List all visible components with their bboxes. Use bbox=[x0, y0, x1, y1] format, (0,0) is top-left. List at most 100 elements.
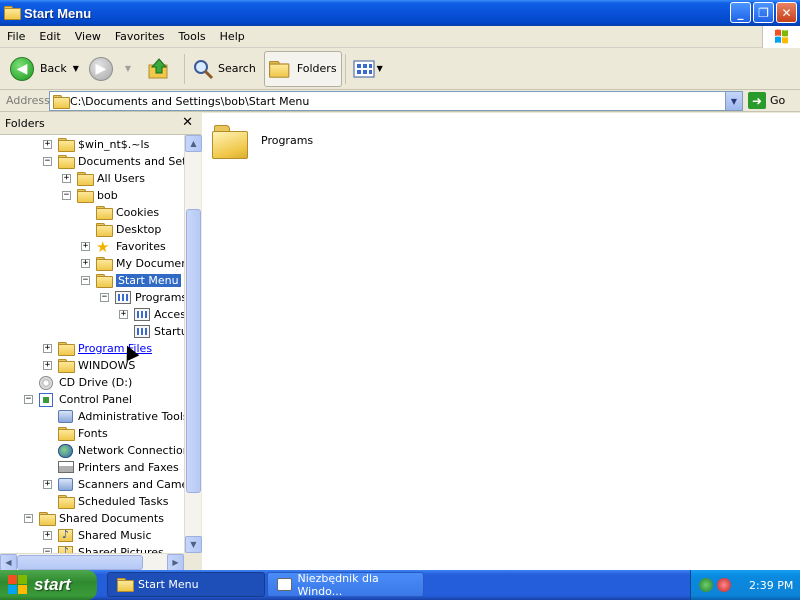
tree-item[interactable]: Shared Music bbox=[58, 527, 152, 544]
expand-button[interactable]: + bbox=[43, 140, 52, 149]
tree-item-label: $win_nt$.~ls bbox=[78, 138, 150, 151]
menu-help[interactable]: Help bbox=[213, 30, 252, 43]
back-dropdown-icon[interactable]: ▼ bbox=[73, 64, 79, 73]
go-label: Go bbox=[770, 94, 786, 107]
music-icon bbox=[58, 545, 74, 553]
tree-item[interactable]: bob bbox=[77, 187, 118, 204]
toolbar-separator bbox=[344, 53, 346, 84]
scroll-thumb[interactable] bbox=[186, 209, 201, 493]
expand-button[interactable]: + bbox=[81, 242, 90, 251]
windows-logo-icon bbox=[762, 26, 800, 48]
taskbar: start Start Menu Niezbędnik dla Windo...… bbox=[0, 570, 800, 600]
tree-item[interactable]: Scheduled Tasks bbox=[58, 493, 169, 510]
tree-item[interactable]: Shared Pictures bbox=[58, 544, 164, 553]
folder-icon bbox=[39, 511, 56, 526]
close-folders-button[interactable]: ✕ bbox=[182, 115, 193, 130]
security-shield-icon[interactable] bbox=[717, 578, 731, 592]
tree-item-label: Fonts bbox=[78, 427, 108, 440]
search-button[interactable]: Search bbox=[188, 51, 260, 87]
network-icon bbox=[58, 443, 74, 458]
folder-icon bbox=[77, 188, 94, 203]
tree-item[interactable]: Start Menu bbox=[96, 272, 181, 289]
tree-item[interactable]: Network Connections bbox=[58, 442, 184, 459]
minimize-button[interactable]: _ bbox=[730, 2, 751, 23]
maximize-button[interactable]: ❐ bbox=[753, 2, 774, 23]
tree-vertical-scrollbar[interactable]: ▲ ▼ bbox=[184, 135, 202, 553]
tree-item-label: Programs bbox=[135, 291, 184, 304]
tree-item[interactable]: Desktop bbox=[96, 221, 161, 238]
item-label: Programs bbox=[261, 134, 314, 147]
collapse-button[interactable]: − bbox=[62, 191, 71, 200]
forward-dropdown-icon[interactable]: ▼ bbox=[125, 64, 131, 73]
expand-button[interactable]: + bbox=[43, 344, 52, 353]
start-button[interactable]: start bbox=[0, 570, 97, 600]
expand-button[interactable]: + bbox=[62, 174, 71, 183]
tree-item-label: Cookies bbox=[116, 206, 160, 219]
tree-item[interactable]: $win_nt$.~ls bbox=[58, 136, 149, 153]
tree-item[interactable]: ★ Favorites bbox=[96, 238, 166, 255]
collapse-button[interactable]: − bbox=[81, 276, 90, 285]
file-list: Programs bbox=[202, 113, 800, 570]
scroll-up-button[interactable]: ▲ bbox=[185, 135, 202, 152]
folders-button[interactable]: Folders bbox=[263, 50, 342, 87]
tree-item[interactable]: Scanners and Cameras bbox=[58, 476, 184, 493]
tree-item[interactable]: All Users bbox=[77, 170, 145, 187]
collapse-button[interactable]: − bbox=[100, 293, 109, 302]
tree-item[interactable]: Administrative Tools bbox=[58, 408, 184, 425]
menu-view[interactable]: View bbox=[68, 30, 108, 43]
menu-edit[interactable]: Edit bbox=[32, 30, 67, 43]
windows-flag-icon bbox=[8, 575, 28, 595]
scroll-right-button[interactable]: ▶ bbox=[167, 554, 184, 571]
tree-item-label: Desktop bbox=[116, 223, 162, 236]
expand-button[interactable]: + bbox=[43, 480, 52, 489]
menu-favorites[interactable]: Favorites bbox=[108, 30, 172, 43]
tree-item[interactable]: Printers and Faxes bbox=[58, 459, 179, 476]
hscroll-thumb[interactable] bbox=[17, 555, 143, 570]
tree-item[interactable]: CD Drive (D:) bbox=[39, 374, 132, 391]
address-dropdown-icon[interactable]: ▼ bbox=[725, 92, 742, 110]
go-button[interactable]: ➜ Go bbox=[748, 92, 785, 109]
up-button[interactable] bbox=[137, 51, 181, 87]
tree-item[interactable]: Control Panel bbox=[39, 391, 132, 408]
tree-item[interactable]: Shared Documents bbox=[39, 510, 164, 527]
scroll-down-button[interactable]: ▼ bbox=[185, 536, 202, 553]
collapse-button[interactable]: − bbox=[24, 395, 33, 404]
tree-item[interactable]: Cookies bbox=[96, 204, 159, 221]
expand-button[interactable]: + bbox=[43, 531, 52, 540]
up-folder-icon bbox=[147, 57, 171, 81]
back-button[interactable]: ◀ Back bbox=[6, 51, 71, 87]
system-tray: 2:39 PM bbox=[690, 570, 800, 600]
folders-icon bbox=[268, 60, 290, 78]
views-button[interactable]: ▼ bbox=[349, 51, 389, 87]
views-dropdown-icon: ▼ bbox=[376, 64, 383, 73]
title-bar[interactable]: Start Menu _ ❐ ✕ bbox=[0, 0, 800, 26]
expand-button[interactable]: + bbox=[119, 310, 128, 319]
address-input[interactable]: C:\Documents and Settings\bob\Start Menu… bbox=[49, 91, 743, 111]
tree-item[interactable]: My Documents bbox=[96, 255, 184, 272]
forward-button[interactable]: ▶ bbox=[85, 51, 123, 87]
menu-file[interactable]: File bbox=[0, 30, 32, 43]
tree-item[interactable]: Fonts bbox=[58, 425, 108, 442]
tree-item[interactable]: Startup bbox=[134, 323, 184, 340]
task-niezbednik[interactable]: Niezbędnik dla Windo... bbox=[267, 571, 424, 598]
network-tray-icon[interactable] bbox=[699, 578, 713, 592]
music-icon bbox=[58, 528, 74, 543]
collapse-button[interactable]: − bbox=[24, 514, 33, 523]
back-arrow-icon: ◀ bbox=[10, 56, 34, 81]
tree-item-label: Shared Music bbox=[78, 529, 152, 542]
scroll-left-button[interactable]: ◀ bbox=[0, 554, 17, 571]
folders-title: Folders bbox=[5, 117, 45, 130]
close-button[interactable]: ✕ bbox=[776, 2, 797, 23]
tree-item[interactable]: WINDOWS bbox=[58, 357, 135, 374]
task-label: Start Menu bbox=[138, 578, 199, 591]
tree-item[interactable]: Programs bbox=[115, 289, 184, 306]
tree-item[interactable]: Documents and Settin bbox=[58, 153, 184, 170]
tree-horizontal-scrollbar[interactable]: ◀ ▶ bbox=[0, 553, 184, 571]
menu-tools[interactable]: Tools bbox=[172, 30, 213, 43]
task-label: Niezbędnik dla Windo... bbox=[297, 571, 379, 598]
task-start-menu[interactable]: Start Menu bbox=[107, 572, 265, 597]
collapse-button[interactable]: − bbox=[43, 157, 52, 166]
expand-button[interactable]: + bbox=[81, 259, 90, 268]
expand-button[interactable]: + bbox=[43, 361, 52, 370]
tree-item[interactable]: Accessories bbox=[134, 306, 184, 323]
